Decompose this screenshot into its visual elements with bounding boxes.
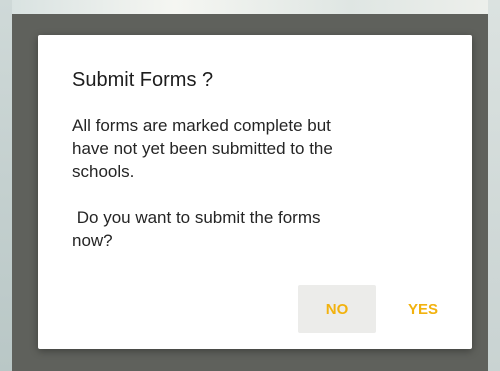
yes-button[interactable]: YES [402, 285, 444, 333]
dialog-message: All forms are marked complete but have n… [72, 116, 333, 250]
submit-forms-dialog: Submit Forms ? All forms are marked comp… [38, 35, 472, 349]
screen: Submit Forms ? All forms are marked comp… [0, 0, 500, 371]
dialog-actions: NO YES [298, 285, 444, 333]
background-right-band [488, 0, 500, 371]
dialog-title: Submit Forms ? [72, 69, 214, 91]
no-button[interactable]: NO [298, 285, 376, 333]
background-left-band [0, 0, 12, 371]
